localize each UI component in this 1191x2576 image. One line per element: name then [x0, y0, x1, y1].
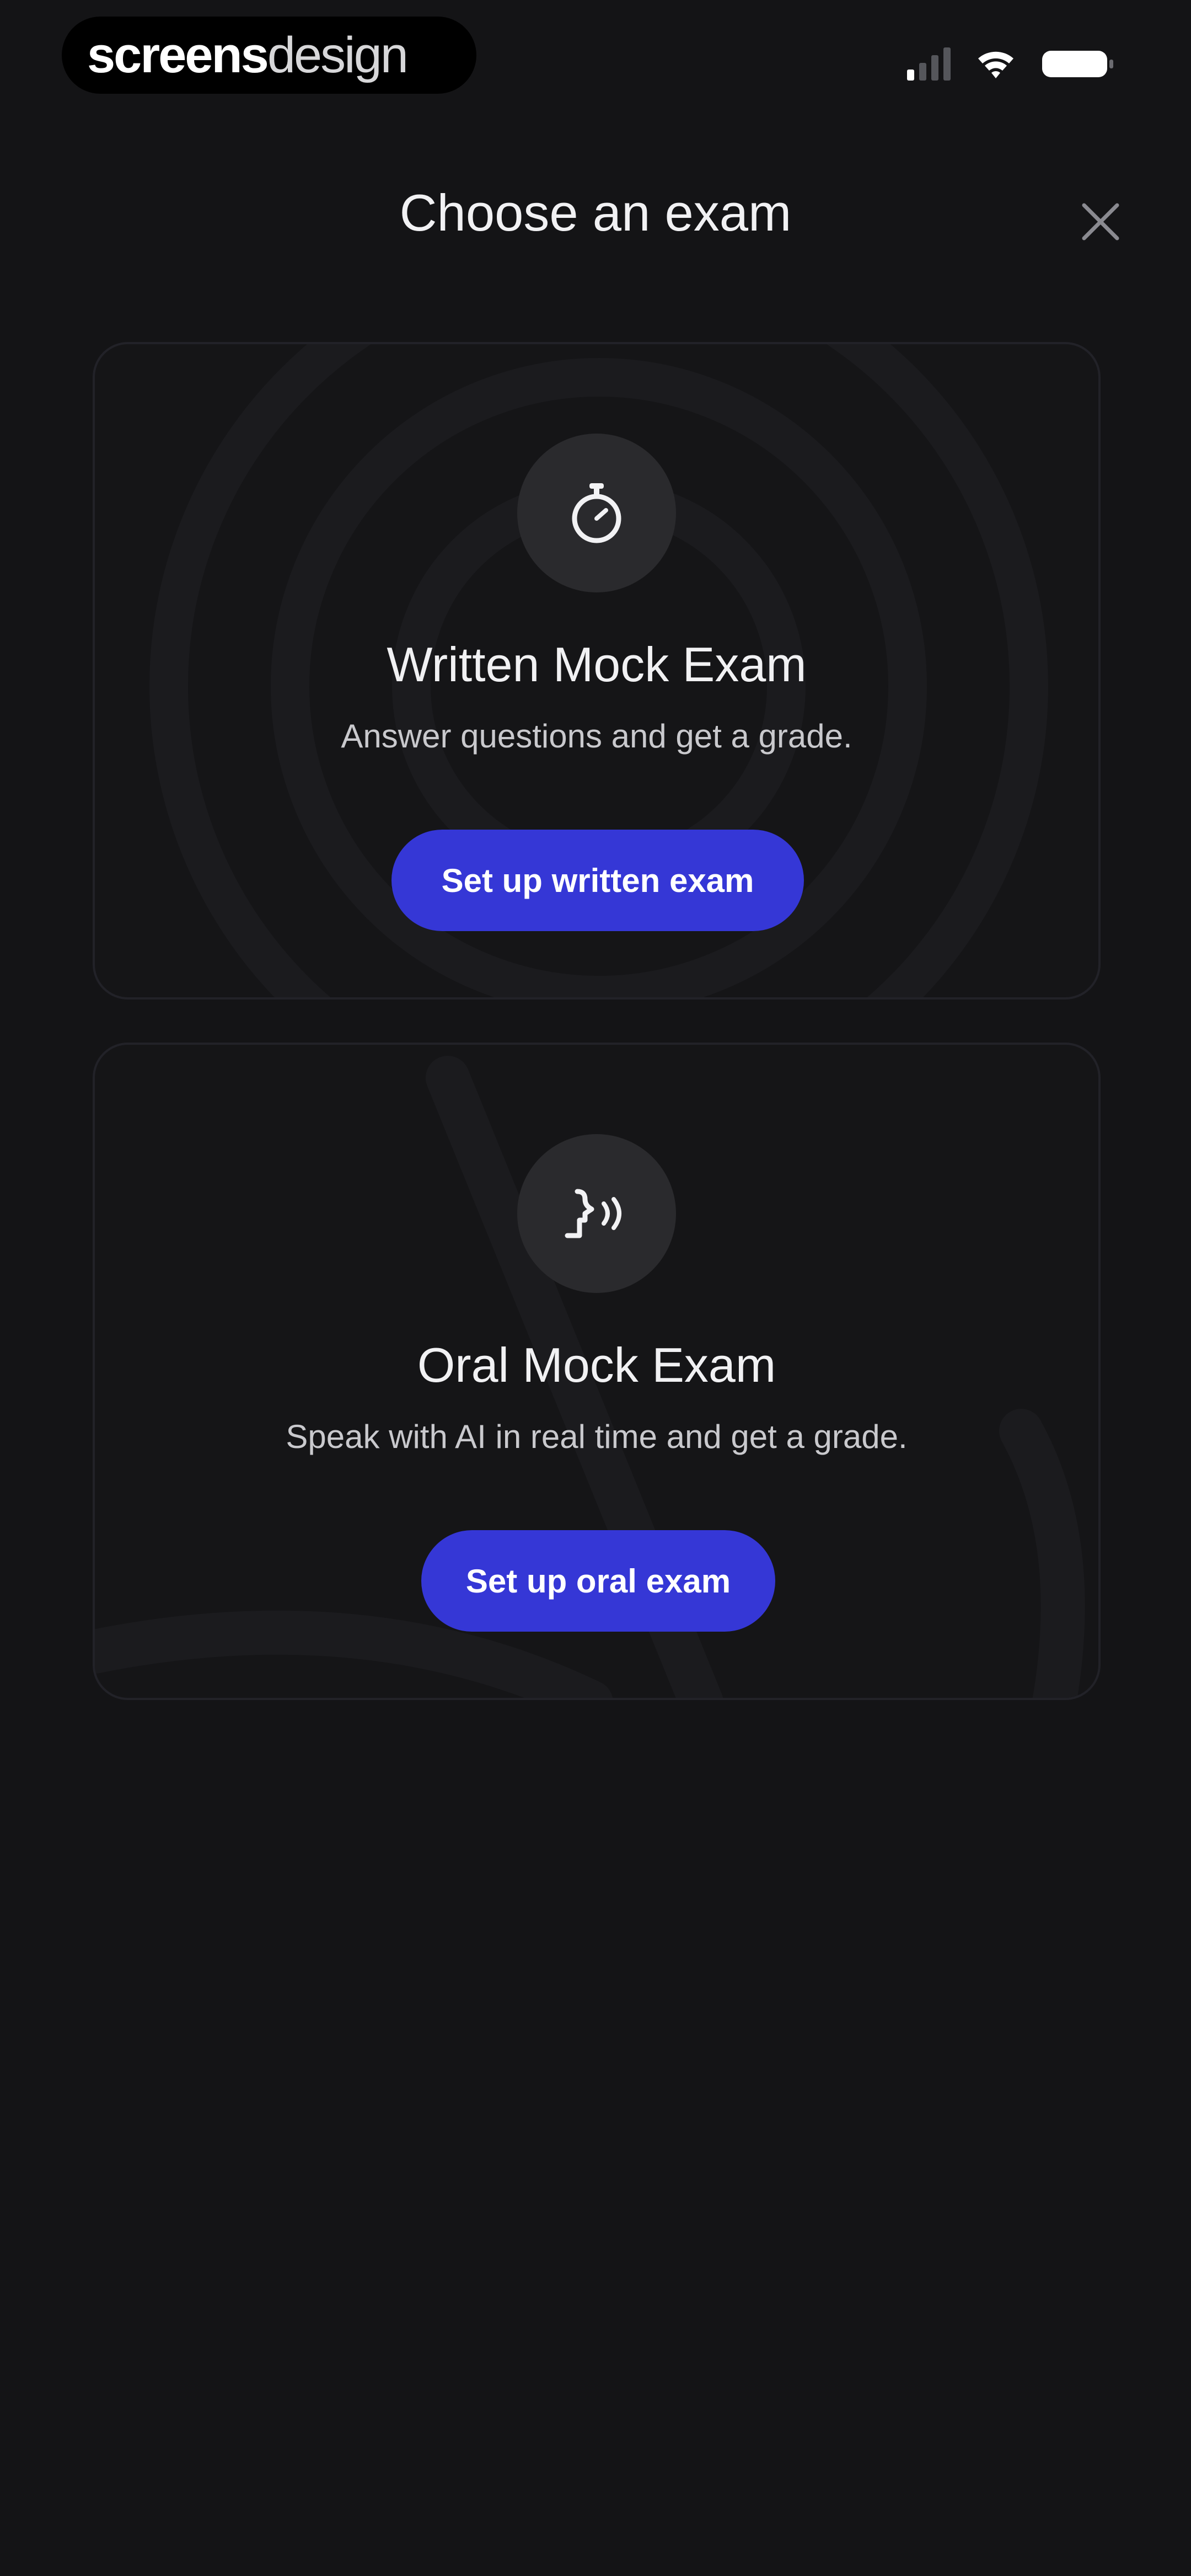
set-up-written-exam-button[interactable]: Set up written exam — [391, 830, 804, 931]
written-exam-card: Written Mock Exam Answer questions and g… — [93, 342, 1101, 1000]
set-up-oral-exam-button[interactable]: Set up oral exam — [421, 1530, 775, 1632]
stopwatch-icon — [572, 483, 621, 543]
page-title: Choose an exam — [399, 184, 792, 242]
speaking-icon — [565, 1189, 621, 1238]
cellular-signal-icon — [907, 47, 951, 81]
written-exam-title: Written Mock Exam — [387, 637, 807, 692]
close-button[interactable] — [1076, 197, 1125, 246]
oral-exam-card: Oral Mock Exam Speak with AI in real tim… — [93, 1043, 1101, 1700]
oral-exam-title: Oral Mock Exam — [417, 1338, 776, 1392]
exam-chooser-screen: screens design Choose an exam Written Mo… — [0, 0, 1191, 2576]
oral-exam-description: Speak with AI in real time and get a gra… — [286, 1418, 908, 1455]
status-icons — [907, 47, 1114, 81]
oral-exam-icon-circle — [517, 1134, 676, 1293]
written-exam-icon-circle — [517, 434, 676, 592]
brand-watermark: screens design — [62, 17, 476, 94]
battery-icon — [1042, 51, 1113, 77]
wifi-icon — [978, 51, 1013, 78]
written-exam-description: Answer questions and get a grade. — [341, 718, 852, 755]
close-icon — [1082, 203, 1119, 241]
brand-light-text: design — [267, 26, 409, 83]
brand-bold-text: screens — [87, 26, 269, 83]
